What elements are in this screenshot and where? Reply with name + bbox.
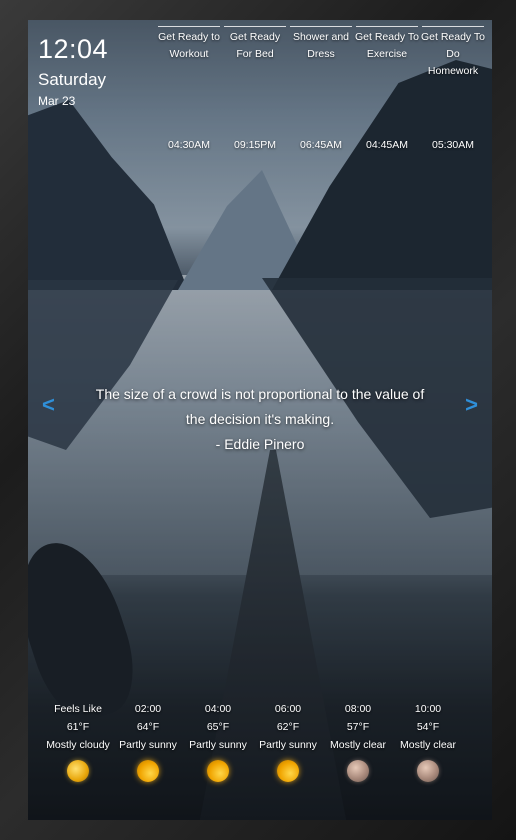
forecast-condition: Partly sunny [119, 739, 177, 751]
quote-widget: The size of a crowd is not proportional … [88, 382, 432, 457]
forecast-condition: Mostly cloudy [46, 739, 110, 751]
chevron-left-icon[interactable]: < [42, 392, 55, 418]
schedule-item: Get Ready To Exercise 04:45AM [354, 26, 420, 154]
schedule-label: Get Ready For Bed [229, 31, 281, 60]
schedule-widget: Get Ready to Workout 04:30AM Get Ready F… [156, 26, 486, 154]
forecast-temp: 62°F [276, 721, 300, 733]
forecast-item: 08:00 57°F Mostly clear [323, 700, 393, 788]
schedule-time: 06:45AM [299, 139, 343, 151]
forecast-item: 06:00 62°F Partly sunny [253, 700, 323, 788]
forecast-condition: Mostly clear [329, 739, 386, 751]
forecast-temp: 61°F [66, 721, 90, 733]
schedule-divider [290, 26, 352, 27]
forecast-condition: Mostly clear [399, 739, 456, 751]
schedule-label: Shower and Dress [292, 31, 350, 60]
partly-sunny-icon [277, 760, 299, 782]
forecast-temp: 57°F [346, 721, 370, 733]
forecast-item: 02:00 64°F Partly sunny [113, 700, 183, 788]
schedule-time: 04:30AM [167, 139, 211, 151]
schedule-time: 05:30AM [431, 139, 475, 151]
forecast-time: 04:00 [204, 703, 232, 715]
display-screen: 12:04 Saturday Mar 23 Get Ready to Worko… [28, 20, 492, 820]
schedule-item: Get Ready For Bed 09:15PM [222, 26, 288, 154]
clock-widget: 12:04 Saturday Mar 23 [38, 34, 108, 108]
schedule-label: Get Ready To Do Homework [420, 31, 485, 77]
forecast-time: Feels Like [54, 703, 102, 715]
forecast-temp: 64°F [136, 721, 160, 733]
clock-date: Mar 23 [38, 94, 76, 108]
sun-icon [67, 760, 89, 782]
schedule-label: Get Ready to Workout [158, 31, 220, 60]
schedule-time: 04:45AM [365, 139, 409, 151]
forecast-time: 08:00 [344, 703, 372, 715]
quote-author: - Eddie Pinero [215, 436, 305, 452]
forecast-time: 10:00 [414, 703, 442, 715]
partly-sunny-icon [207, 760, 229, 782]
forecast-condition: Partly sunny [189, 739, 247, 751]
clock-day: Saturday [38, 70, 107, 89]
quote-text: The size of a crowd is not proportional … [95, 386, 425, 427]
schedule-divider [422, 26, 484, 27]
partly-sunny-icon [137, 760, 159, 782]
forecast-condition: Partly sunny [259, 739, 317, 751]
schedule-label: Get Ready To Exercise [354, 31, 419, 60]
schedule-item: Get Ready To Do Homework 05:30AM [420, 26, 486, 154]
clock-time: 12:04 [38, 34, 109, 64]
forecast-temp: 65°F [206, 721, 230, 733]
chevron-right-icon[interactable]: > [465, 392, 478, 418]
forecast-item: Feels Like 61°F Mostly cloudy [43, 700, 113, 788]
schedule-divider [158, 26, 220, 27]
schedule-item: Get Ready to Workout 04:30AM [156, 26, 222, 154]
schedule-item: Shower and Dress 06:45AM [288, 26, 354, 154]
moon-icon [417, 760, 439, 782]
forecast-time: 06:00 [274, 703, 302, 715]
weather-forecast: Feels Like 61°F Mostly cloudy 02:00 64°F… [43, 700, 463, 788]
forecast-time: 02:00 [134, 703, 162, 715]
moon-icon [347, 760, 369, 782]
schedule-divider [356, 26, 418, 27]
forecast-item: 04:00 65°F Partly sunny [183, 700, 253, 788]
forecast-temp: 54°F [416, 721, 440, 733]
schedule-divider [224, 26, 286, 27]
schedule-time: 09:15PM [233, 139, 277, 151]
forecast-item: 10:00 54°F Mostly clear [393, 700, 463, 788]
